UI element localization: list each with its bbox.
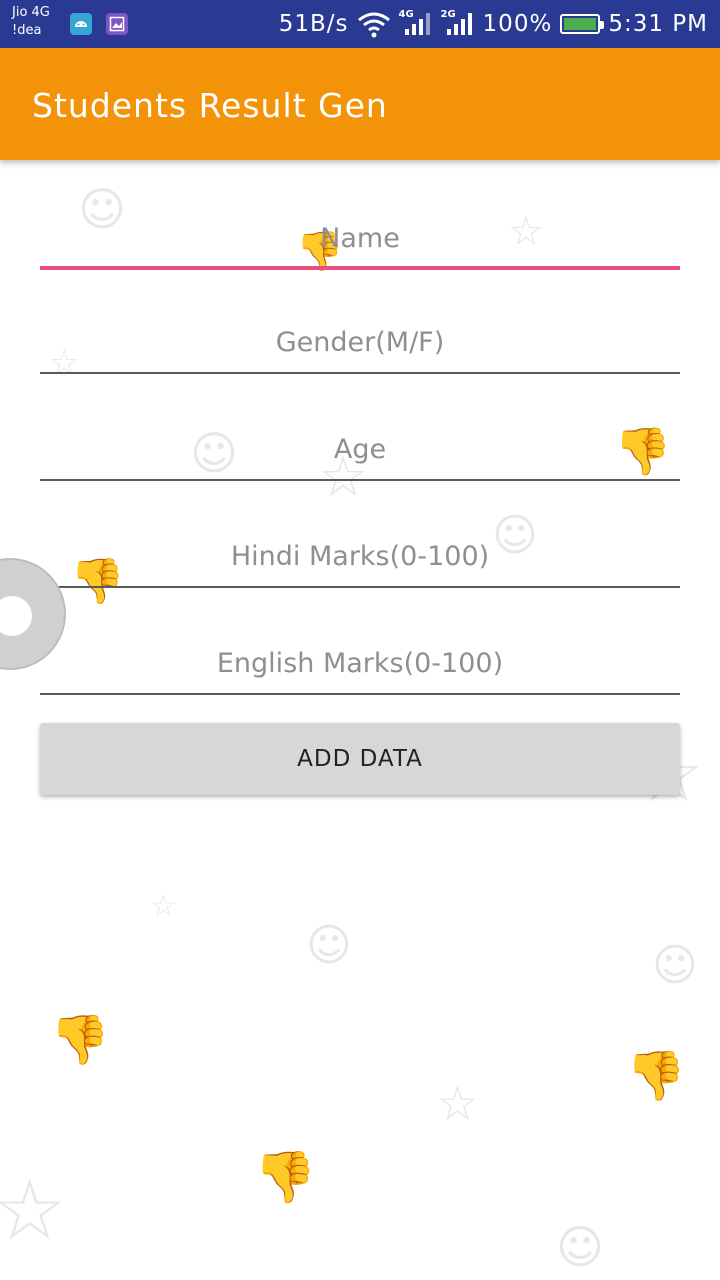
network-type-label: 4G [398, 9, 414, 20]
app-title: Students Result Gen [32, 86, 388, 125]
hindi-marks-underline [40, 586, 680, 588]
status-bar: Jio 4G !dea 51B/s 4G 2G 100% 5:31 PM [0, 0, 720, 48]
star-icon: ☆ [150, 889, 177, 924]
smiley-icon: ☺ [306, 920, 352, 971]
gender-underline [40, 372, 680, 374]
age-underline [40, 479, 680, 481]
signal-icon: 4G [399, 9, 433, 39]
age-field [40, 421, 680, 481]
floating-button-dot [0, 596, 32, 636]
english-marks-input[interactable] [40, 635, 680, 691]
english-marks-field [40, 635, 680, 695]
thumbs-icon: 👎 [254, 1148, 317, 1206]
gender-input[interactable] [40, 314, 680, 370]
screen: Jio 4G !dea 51B/s 4G 2G 100% 5:31 PM Stu… [0, 0, 720, 1280]
thumbs-icon: 👎 [626, 1048, 686, 1104]
thumbs-icon: 👎 [50, 1012, 110, 1068]
wifi-icon [357, 12, 390, 38]
app-bar: Students Result Gen [0, 48, 720, 160]
signal-icon: 2G [441, 9, 475, 39]
hindi-marks-field [40, 528, 680, 588]
carrier-line-1: Jio 4G [12, 5, 50, 20]
name-underline [40, 266, 680, 270]
gender-field [40, 314, 680, 374]
carrier-line-2: !dea [12, 23, 42, 38]
star-icon: ☆ [436, 1076, 480, 1132]
name-input[interactable] [40, 210, 680, 266]
gallery-icon [106, 13, 128, 35]
network-type-label: 2G [440, 9, 456, 20]
age-input[interactable] [40, 421, 680, 477]
smiley-icon: ☺ [652, 940, 698, 991]
android-icon [70, 13, 92, 35]
name-field [40, 210, 680, 270]
hindi-marks-input[interactable] [40, 528, 680, 584]
network-speed: 51B/s [278, 11, 349, 37]
add-data-button[interactable]: ADD DATA [40, 723, 680, 795]
smiley-icon: ☺ [556, 1220, 604, 1274]
carrier-info: Jio 4G !dea [12, 4, 50, 40]
status-indicators: 51B/s 4G 2G 100% 5:31 PM [279, 0, 708, 48]
clock: 5:31 PM [608, 11, 708, 37]
english-marks-underline [40, 693, 680, 695]
battery-percent: 100% [482, 11, 553, 37]
battery-icon [560, 14, 605, 34]
star-icon: ☆ [0, 1161, 68, 1259]
